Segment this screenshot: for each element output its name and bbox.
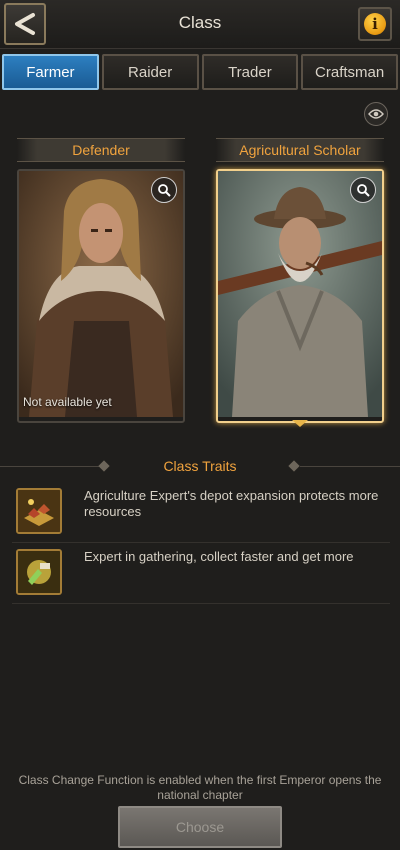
view-toggle-button[interactable] — [364, 102, 388, 126]
eye-icon — [368, 109, 384, 119]
defender-portrait — [19, 171, 183, 417]
availability-status: Not available yet — [23, 395, 112, 409]
zoom-icon — [158, 184, 171, 197]
card-portrait-frame[interactable]: Not available yet — [17, 169, 185, 423]
back-button[interactable] — [4, 3, 46, 45]
choose-button[interactable]: Choose — [118, 806, 282, 848]
zoom-button[interactable] — [350, 177, 376, 203]
tab-trader[interactable]: Trader — [201, 54, 299, 90]
trait-item: Expert in gathering, collect faster and … — [12, 545, 390, 604]
selected-indicator-icon — [292, 420, 308, 427]
class-card-agricultural-scholar[interactable]: Agricultural Scholar — [216, 138, 384, 427]
zoom-icon — [357, 184, 370, 197]
agricultural-scholar-portrait — [218, 171, 382, 417]
card-portrait-frame[interactable] — [216, 169, 384, 423]
class-card-defender[interactable]: Defender Not available yet — [17, 138, 185, 423]
class-change-note: Class Change Function is enabled when th… — [18, 773, 382, 802]
info-icon: i — [364, 13, 386, 35]
back-arrow-icon — [15, 13, 35, 35]
info-button[interactable]: i — [358, 7, 392, 41]
class-tabs: Farmer Raider Trader Craftsman — [0, 52, 400, 92]
class-traits-header: Class Traits — [0, 458, 400, 476]
page-title: Class — [178, 13, 222, 32]
tab-craftsman[interactable]: Craftsman — [301, 54, 398, 90]
card-label: Defender — [17, 138, 185, 162]
divider — [300, 466, 400, 467]
depot-icon — [16, 488, 62, 534]
tab-farmer[interactable]: Farmer — [2, 54, 99, 90]
gathering-icon — [16, 549, 62, 595]
trait-item: Agriculture Expert's depot expansion pro… — [12, 484, 390, 543]
card-label: Agricultural Scholar — [216, 138, 384, 162]
header-bar: Class i — [0, 0, 400, 49]
trait-description: Expert in gathering, collect faster and … — [84, 549, 354, 564]
zoom-button[interactable] — [151, 177, 177, 203]
tab-raider[interactable]: Raider — [101, 54, 199, 90]
trait-description: Agriculture Expert's depot expansion pro… — [84, 488, 379, 519]
